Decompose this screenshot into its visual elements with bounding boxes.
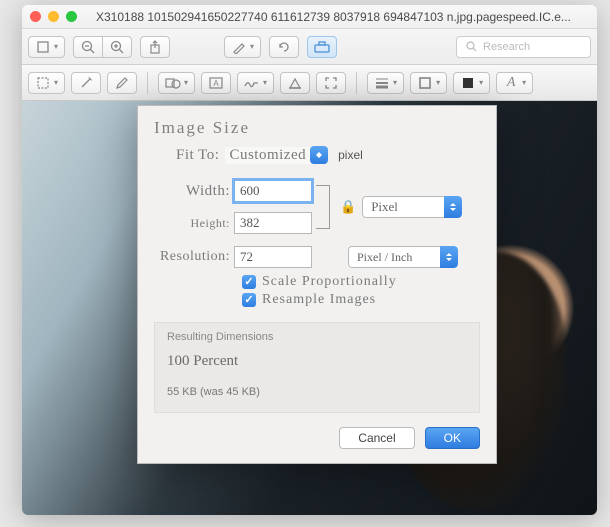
- share-icon: [147, 39, 163, 55]
- font-style-button[interactable]: A▾: [496, 72, 533, 94]
- width-label: Width:: [154, 183, 230, 200]
- search-icon: [463, 39, 479, 55]
- search-placeholder: Research: [483, 41, 530, 53]
- width-unit-value: Pixel: [371, 199, 398, 215]
- text-button[interactable]: A: [201, 72, 231, 94]
- resulting-dimensions-box: Resulting Dimensions 100 Percent 55 KB (…: [154, 322, 480, 413]
- zoom-in-button[interactable]: [102, 36, 132, 58]
- search-input[interactable]: Research: [456, 36, 591, 58]
- line-style-button[interactable]: ▾: [367, 72, 404, 94]
- resulting-percent: 100 Percent: [167, 353, 467, 370]
- chevron-down-icon: ▾: [54, 78, 58, 87]
- fill-icon: [460, 75, 476, 91]
- height-label: Height:: [154, 216, 230, 231]
- resolution-unit-select[interactable]: Pixel / Inch: [348, 246, 458, 268]
- wand-icon: [78, 75, 94, 91]
- adjust-size-button[interactable]: [316, 72, 346, 94]
- highlight-button[interactable]: ▾: [224, 36, 261, 58]
- selection-icon: [35, 75, 51, 91]
- rotate-button[interactable]: [269, 36, 299, 58]
- chevron-down-icon: ▾: [522, 78, 526, 87]
- resample-image-checkbox[interactable]: [242, 293, 256, 307]
- window-title: X310188 101502941650227740 611612739 803…: [96, 10, 589, 24]
- svg-text:A: A: [213, 79, 219, 88]
- close-icon[interactable]: [30, 11, 41, 22]
- text-box-icon: A: [208, 75, 224, 91]
- height-input[interactable]: [234, 212, 312, 234]
- sketch-button[interactable]: [107, 72, 137, 94]
- link-bracket: [316, 185, 330, 229]
- chevron-down-icon: ▾: [263, 78, 267, 87]
- resolution-input[interactable]: [234, 246, 312, 268]
- shapes-icon: [165, 75, 181, 91]
- fit-to-select[interactable]: [310, 146, 328, 164]
- pen-icon: [231, 39, 247, 55]
- toolbar-markup: ▾ ▾ A ▾ ▾ ▾ ▾ A▾: [22, 65, 597, 101]
- rotate-icon: [276, 39, 292, 55]
- ok-button[interactable]: OK: [425, 427, 480, 449]
- width-input[interactable]: [234, 180, 312, 202]
- resample-image-label: Resample Images: [262, 292, 376, 308]
- font-icon: A: [503, 75, 519, 91]
- scale-proportionally-label: Scale Proportionally: [262, 274, 397, 290]
- toolbar-top: ▾ ▾ Research: [22, 29, 597, 65]
- fit-to-label: Fit To:: [176, 147, 219, 164]
- zoom-in-icon: [109, 39, 125, 55]
- resize-icon: [323, 75, 339, 91]
- fit-to-value: Customized: [225, 147, 310, 164]
- fit-unit-label: pixel: [338, 148, 363, 162]
- chevron-down-icon: ▾: [184, 78, 188, 87]
- resolution-label: Resolution:: [154, 249, 230, 265]
- square-icon: [35, 39, 51, 55]
- divider: [147, 72, 148, 94]
- shapes-button[interactable]: ▾: [158, 72, 195, 94]
- view-mode-button[interactable]: ▾: [28, 36, 65, 58]
- adjust-color-button[interactable]: [280, 72, 310, 94]
- share-button[interactable]: [140, 36, 170, 58]
- pencil-icon: [114, 75, 130, 91]
- chevron-down-icon: ▾: [436, 78, 440, 87]
- app-window: X310188 101502941650227740 611612739 803…: [22, 5, 597, 515]
- titlebar: X310188 101502941650227740 611612739 803…: [22, 5, 597, 29]
- toolbox-icon: [314, 39, 330, 55]
- dialog-title: Image Size: [154, 118, 480, 138]
- image-size-dialog: Image Size Fit To: Customized pixel Widt…: [137, 105, 497, 464]
- select-arrows-icon: [444, 196, 462, 218]
- divider: [356, 72, 357, 94]
- select-arrows-icon: [440, 246, 458, 268]
- minimize-icon[interactable]: [48, 11, 59, 22]
- signature-icon: [244, 75, 260, 91]
- zoom-segment: [73, 36, 132, 58]
- adjust-icon: [287, 75, 303, 91]
- chevron-down-icon: ▾: [250, 42, 254, 51]
- instant-alpha-button[interactable]: [71, 72, 101, 94]
- chevron-down-icon: ▾: [479, 78, 483, 87]
- resolution-unit-value: Pixel / Inch: [357, 250, 412, 265]
- selection-tool-button[interactable]: ▾: [28, 72, 65, 94]
- chevron-down-icon: ▾: [393, 78, 397, 87]
- zoom-out-icon: [80, 39, 96, 55]
- resulting-title: Resulting Dimensions: [167, 331, 467, 343]
- lock-icon[interactable]: 🔒: [340, 199, 356, 215]
- border-icon: [417, 75, 433, 91]
- chevron-down-icon: ▾: [54, 42, 58, 51]
- fill-color-button[interactable]: ▾: [453, 72, 490, 94]
- sign-button[interactable]: ▾: [237, 72, 274, 94]
- lines-icon: [374, 75, 390, 91]
- cancel-button[interactable]: Cancel: [339, 427, 414, 449]
- scale-proportionally-checkbox[interactable]: [242, 275, 256, 289]
- zoom-out-button[interactable]: [73, 36, 102, 58]
- width-unit-select[interactable]: Pixel: [362, 196, 462, 218]
- maximize-icon[interactable]: [66, 11, 77, 22]
- border-color-button[interactable]: ▾: [410, 72, 447, 94]
- markup-button[interactable]: [307, 36, 337, 58]
- resulting-size: 55 KB (was 45 KB): [167, 386, 467, 398]
